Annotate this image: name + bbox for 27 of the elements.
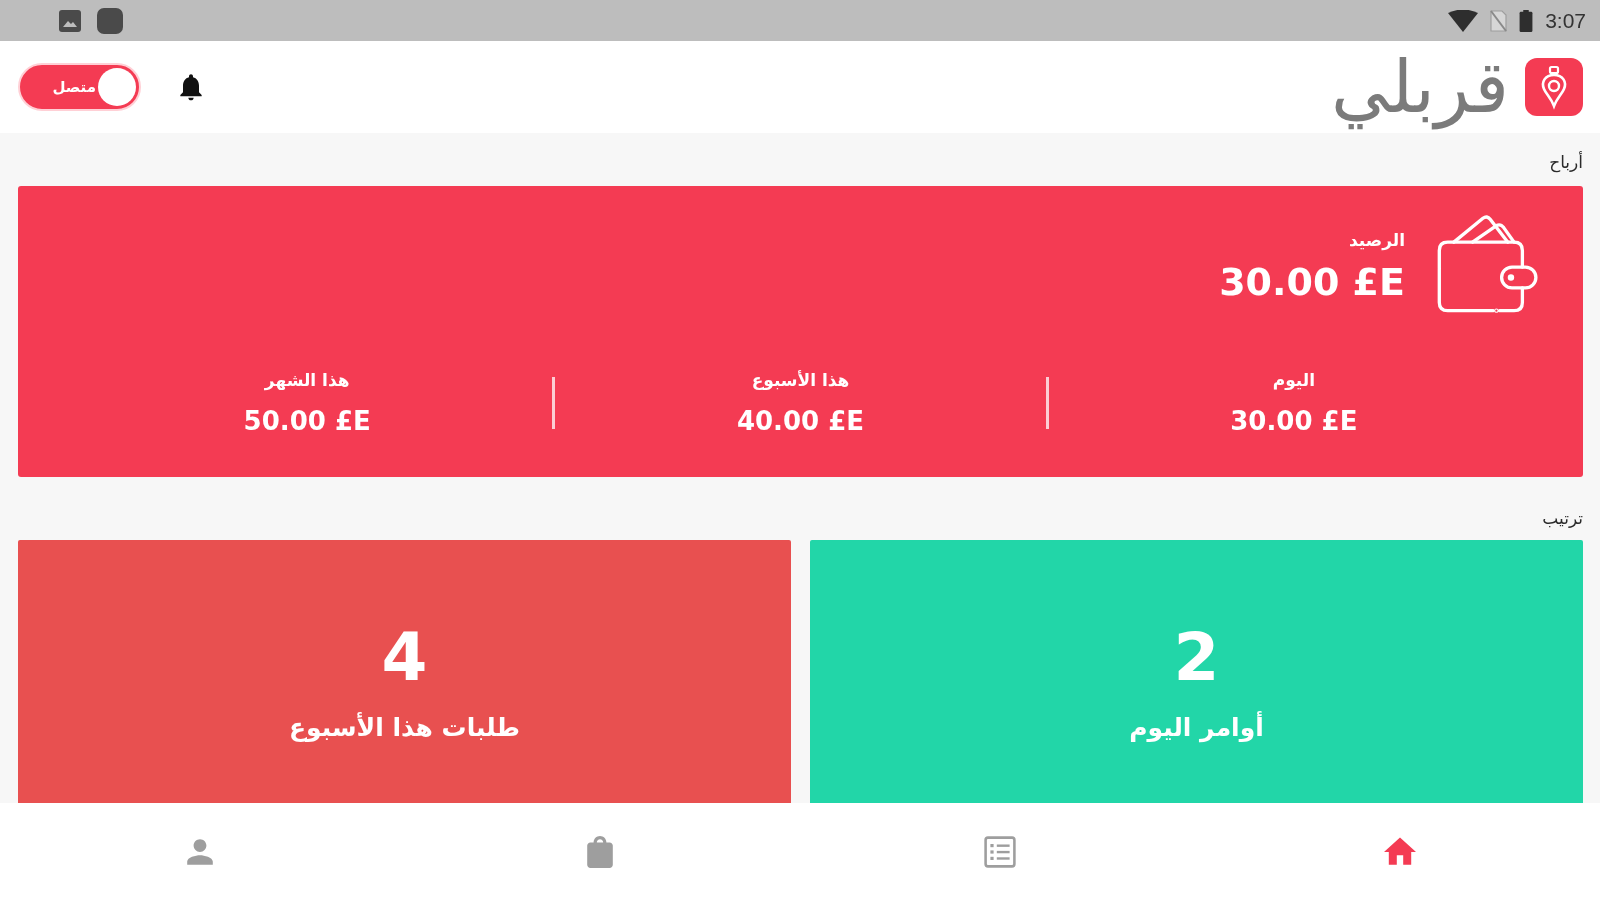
online-toggle[interactable]: متصل [18,63,141,111]
balance-amount: 30.00 £E [1219,259,1405,305]
section-title: ترتيب [1542,507,1583,530]
period-label: هذا الشهر [264,369,350,391]
period-amount: 40.00 £E [736,405,865,437]
section-title: أرباح [1549,150,1583,175]
order-count: 2 [1173,618,1220,698]
period-amount: 30.00 £E [1230,405,1358,437]
order-count: 4 [381,618,428,698]
status-time: 3:07 [1545,8,1586,33]
image-icon [59,9,81,32]
battery-icon [1519,9,1534,32]
toggle-knob[interactable] [98,68,136,106]
period-label: اليوم [1272,369,1315,391]
app-icon [97,7,123,34]
list-icon[interactable] [984,835,1016,868]
balance-label: الرصيد [1349,229,1405,251]
order-label: أوامر اليوم [1129,710,1264,745]
shopping-bag-icon[interactable] [584,835,616,868]
period-label: هذا الأسبوع [751,369,850,391]
logo-text: قربلي [1330,44,1509,131]
no-sim-icon [1490,9,1508,32]
period-amount: 50.00 £E [243,405,371,437]
wifi-icon [1448,9,1479,32]
logo-icon [1525,58,1583,116]
home-icon[interactable] [1384,835,1416,868]
order-label: طلبات هذا الأسبوع [289,711,520,744]
